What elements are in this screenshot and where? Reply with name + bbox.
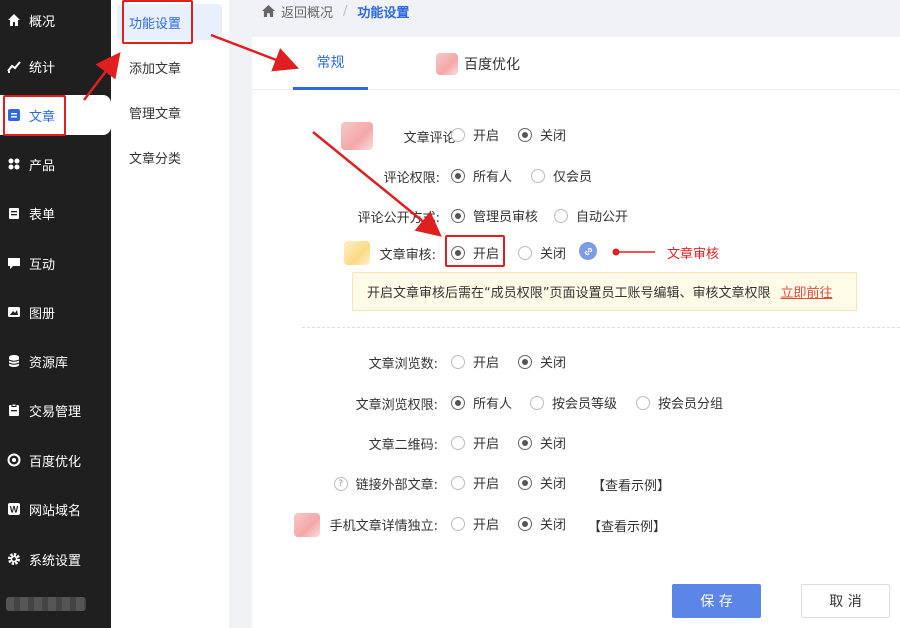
arrow-subnav-to-tab: [210, 33, 300, 72]
annotation-arrows: [83, 33, 655, 256]
annotation-label: 文章审核: [667, 247, 720, 262]
arrow-sidebar-to-subnav: [83, 52, 121, 101]
arrow-to-review-option: [312, 131, 442, 237]
